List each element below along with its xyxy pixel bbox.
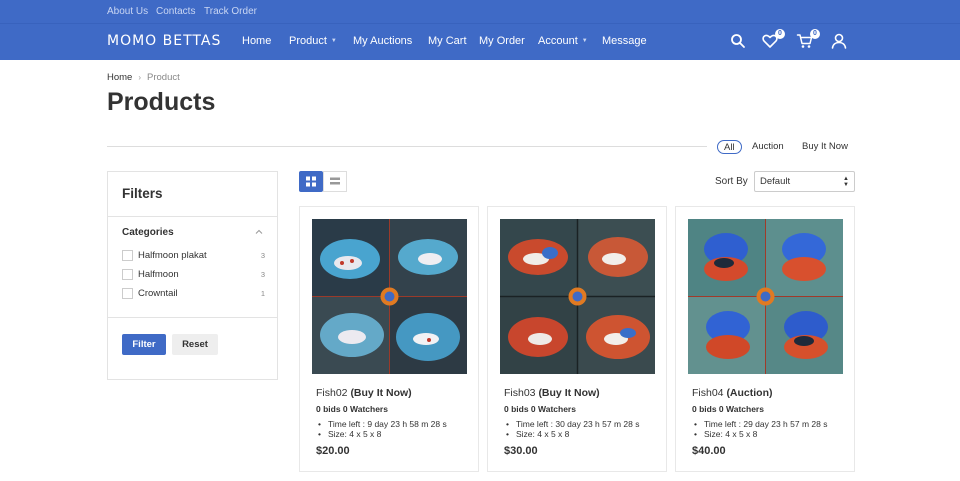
product-title: Fish04: [692, 387, 724, 399]
user-icon[interactable]: [830, 32, 848, 50]
breadcrumb-current: Product: [147, 72, 180, 83]
contacts-link[interactable]: Contacts: [156, 6, 195, 17]
select-arrows-icon: ▲ ▼: [843, 176, 849, 188]
product-name[interactable]: Fish03 (Buy It Now): [504, 387, 600, 399]
search-icon[interactable]: [729, 32, 747, 50]
nav-my-order[interactable]: My Order: [479, 35, 525, 47]
product-details: Time left : 9 day 23 h 58 m 28 s Size: 4…: [316, 419, 447, 439]
product-name[interactable]: Fish04 (Auction): [692, 387, 773, 399]
product-title: Fish03: [504, 387, 536, 399]
category-checkbox[interactable]: [122, 269, 133, 280]
category-item[interactable]: Crowntail 1: [122, 288, 265, 300]
product-image[interactable]: [688, 219, 843, 374]
breadcrumb-home[interactable]: Home: [107, 72, 132, 83]
nav-my-cart-label: My Cart: [428, 35, 467, 47]
divider: [107, 146, 707, 147]
product-price: $30.00: [504, 445, 538, 457]
product-image[interactable]: [500, 219, 655, 374]
nav-message-label: Message: [602, 35, 647, 47]
nav-my-auctions-label: My Auctions: [353, 35, 413, 47]
about-us-link[interactable]: About Us: [107, 6, 148, 17]
page-title: Products: [107, 88, 216, 116]
product-card[interactable]: Fish02 (Buy It Now) 0 bids 0 Watchers Ti…: [299, 206, 479, 472]
product-details: Time left : 30 day 23 h 57 m 28 s Size: …: [504, 419, 639, 439]
product-card[interactable]: Fish03 (Buy It Now) 0 bids 0 Watchers Ti…: [487, 206, 667, 472]
filters-panel: Filters Categories Halfmoon plakat 3 Hal…: [107, 171, 278, 380]
product-time-left: Time left : 29 day 23 h 57 m 28 s: [692, 419, 827, 429]
product-card[interactable]: Fish04 (Auction) 0 bids 0 Watchers Time …: [675, 206, 855, 472]
product-name[interactable]: Fish02 (Buy It Now): [316, 387, 412, 399]
category-checkbox[interactable]: [122, 288, 133, 299]
grid-view-icon: [306, 176, 316, 187]
divider: [108, 317, 277, 318]
nav-home[interactable]: Home: [242, 35, 271, 47]
product-bids: 0 bids 0 Watchers: [504, 404, 576, 414]
nav-account-label: Account: [538, 35, 578, 47]
nav-product[interactable]: Product ▼: [289, 35, 337, 47]
category-label: Halfmoon: [138, 269, 179, 280]
tab-auction[interactable]: Auction: [752, 140, 784, 154]
product-price: $40.00: [692, 445, 726, 457]
product-price: $20.00: [316, 445, 350, 457]
category-item[interactable]: Halfmoon plakat 3: [122, 250, 265, 262]
category-item[interactable]: Halfmoon 3: [122, 269, 265, 281]
product-size: Size: 4 x 5 x 8: [692, 429, 827, 439]
product-time-left: Time left : 9 day 23 h 58 m 28 s: [316, 419, 447, 429]
nav-my-order-label: My Order: [479, 35, 525, 47]
product-bids: 0 bids 0 Watchers: [316, 404, 388, 414]
category-checkbox[interactable]: [122, 250, 133, 261]
breadcrumb: Home › Product: [107, 72, 180, 83]
product-size: Size: 4 x 5 x 8: [316, 429, 447, 439]
category-count: 1: [260, 289, 265, 298]
reset-button[interactable]: Reset: [172, 334, 218, 355]
nav-message[interactable]: Message: [602, 35, 647, 47]
product-size: Size: 4 x 5 x 8: [504, 429, 639, 439]
nav-account[interactable]: Account ▼: [538, 35, 588, 47]
nav-my-cart[interactable]: My Cart: [428, 35, 467, 47]
product-title: Fish02: [316, 387, 348, 399]
category-count: 3: [260, 270, 265, 279]
track-order-link[interactable]: Track Order: [204, 6, 257, 17]
list-view-icon: [330, 177, 340, 185]
product-type: (Auction): [726, 387, 773, 399]
product-type: (Buy It Now): [538, 387, 600, 399]
sort-label: Sort By: [715, 176, 748, 187]
category-count: 3: [260, 251, 265, 260]
list-view-button[interactable]: [323, 171, 347, 192]
chevron-down-icon: ▼: [330, 38, 337, 45]
chevron-down-icon: ▼: [581, 38, 588, 45]
sort-select[interactable]: Default ▲ ▼: [754, 171, 855, 192]
filters-title: Filters: [122, 186, 163, 201]
top-bar: About Us Contacts Track Order: [0, 0, 960, 24]
wishlist-button[interactable]: 0: [761, 29, 785, 50]
product-time-left: Time left : 30 day 23 h 57 m 28 s: [504, 419, 639, 429]
category-label: Crowntail: [138, 288, 178, 299]
nav-home-label: Home: [242, 35, 272, 47]
grid-view-button[interactable]: [299, 171, 323, 192]
main-navbar: MOMO BETTAS Home Product ▼ My Auctions My…: [0, 24, 960, 60]
product-image[interactable]: [312, 219, 467, 374]
product-details: Time left : 29 day 23 h 57 m 28 s Size: …: [692, 419, 827, 439]
chevron-right-icon: ›: [138, 73, 142, 82]
chevron-up-icon[interactable]: [255, 228, 263, 236]
nav-my-auctions[interactable]: My Auctions: [353, 35, 412, 47]
cart-count-badge: 0: [810, 29, 820, 39]
tab-buy-it-now[interactable]: Buy It Now: [802, 140, 848, 154]
site-logo[interactable]: MOMO BETTAS: [107, 33, 221, 49]
cart-button[interactable]: 0: [796, 29, 820, 50]
product-bids: 0 bids 0 Watchers: [692, 404, 764, 414]
nav-product-label: Product: [289, 35, 327, 47]
product-type: (Buy It Now): [350, 387, 412, 399]
tab-all[interactable]: All: [717, 140, 742, 154]
filter-button[interactable]: Filter: [122, 334, 166, 355]
categories-title[interactable]: Categories: [122, 227, 174, 238]
divider: [108, 216, 277, 217]
wishlist-count-badge: 0: [775, 29, 785, 39]
category-label: Halfmoon plakat: [138, 250, 207, 261]
sort-value: Default: [760, 176, 791, 187]
